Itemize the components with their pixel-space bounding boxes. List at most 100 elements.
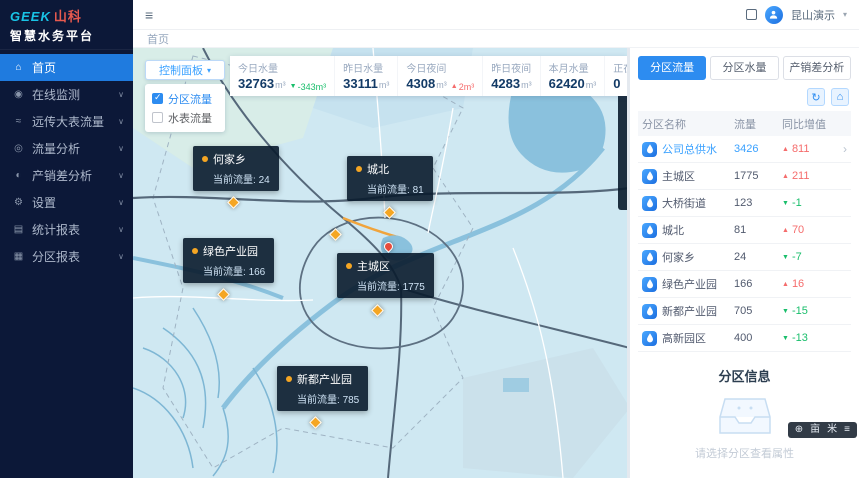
avatar[interactable] bbox=[765, 6, 783, 24]
table-header: 分区名称流量同比增值 bbox=[638, 111, 851, 136]
panel-tab[interactable]: 分区水量 bbox=[710, 56, 778, 80]
user-icon bbox=[768, 9, 779, 20]
collapsed-legend[interactable] bbox=[618, 90, 627, 210]
sidebar-item-icon: ⌂ bbox=[12, 62, 25, 73]
stat-card: 本月水量 62420 m³ bbox=[540, 56, 605, 96]
trend-arrow-icon bbox=[782, 227, 789, 234]
main-content: 今日水量 32763 m³ -343m³ 昨日水量 33111 m³ 今日夜间 … bbox=[133, 48, 859, 478]
sidebar-item-icon: ▦ bbox=[12, 251, 25, 262]
home-button[interactable]: ⌂ bbox=[831, 88, 849, 106]
layer-checkbox-label: 水表流量 bbox=[168, 110, 212, 126]
sidebar-item-label: 远传大表流量 bbox=[32, 113, 104, 130]
zone-name: 高新园区 bbox=[662, 330, 706, 346]
chevron-down-icon bbox=[118, 90, 133, 99]
zone-name: 主城区 bbox=[662, 168, 695, 184]
stat-value: 0 bbox=[613, 76, 620, 91]
area-measure-icon[interactable]: 亩 bbox=[810, 424, 820, 436]
sidebar-item[interactable]: ⌂ 首页 bbox=[0, 54, 133, 81]
layer-checkbox-label: 分区流量 bbox=[168, 91, 212, 107]
map-marker-icon[interactable] bbox=[329, 228, 342, 241]
stat-value: 4308 bbox=[406, 76, 435, 91]
chevron-down-icon bbox=[118, 144, 133, 153]
refresh-button[interactable]: ↻ bbox=[807, 88, 825, 106]
zone-flow: 123 bbox=[734, 197, 782, 209]
table-row[interactable]: 公司总供水 3426 811 bbox=[638, 136, 851, 163]
zone-delta: -15 bbox=[792, 305, 808, 317]
zone-flow: 400 bbox=[734, 332, 782, 344]
distance-measure-icon[interactable]: 米 bbox=[827, 424, 837, 436]
layer-options: 分区流量 水表流量 bbox=[145, 84, 225, 132]
sidebar-item[interactable]: ≈ 远传大表流量 bbox=[0, 108, 133, 135]
sidebar-item-icon: ▤ bbox=[12, 224, 25, 235]
zone-delta: 70 bbox=[792, 224, 804, 236]
panel-tab[interactable]: 分区流量 bbox=[638, 56, 706, 80]
table-row[interactable]: 大桥街道 123 -1 bbox=[638, 190, 851, 217]
map[interactable]: 今日水量 32763 m³ -343m³ 昨日水量 33111 m³ 今日夜间 … bbox=[133, 48, 627, 478]
table-row[interactable]: 主城区 1775 211 bbox=[638, 163, 851, 190]
zone-name: 何家乡 bbox=[662, 249, 695, 265]
control-panel-toggle[interactable]: 控制面板 ▾ bbox=[145, 60, 225, 80]
trend-arrow-icon bbox=[782, 335, 789, 342]
map-marker-icon[interactable] bbox=[309, 416, 322, 429]
zone-delta: 811 bbox=[792, 143, 810, 155]
sidebar-item-icon: ≈ bbox=[12, 116, 25, 127]
sidebar-item[interactable]: ◎ 流量分析 bbox=[0, 135, 133, 162]
water-drop-icon bbox=[642, 277, 657, 292]
table-row[interactable]: 何家乡 24 -7 bbox=[638, 244, 851, 271]
stat-unit: m³ bbox=[521, 80, 532, 90]
trend-arrow-icon bbox=[782, 200, 789, 207]
stat-label: 本月水量 bbox=[549, 60, 597, 75]
table-header-cell: 分区名称 bbox=[642, 116, 734, 132]
sidebar: GEEK山科 智慧水务平台 ⌂ 首页 ◉ 在线监测 ≈ 远传大表流量 ◎ 流量分… bbox=[0, 0, 133, 478]
sidebar-item-icon: ◐ bbox=[12, 170, 25, 181]
zone-delta: 211 bbox=[792, 170, 810, 182]
water-drop-icon bbox=[642, 223, 657, 238]
stat-value: 62420 bbox=[549, 76, 585, 91]
stat-label: 今日夜间 bbox=[406, 60, 474, 75]
stat-card: 昨日夜间 4283 m³ bbox=[482, 56, 539, 96]
sidebar-item[interactable]: ▤ 统计报表 bbox=[0, 216, 133, 243]
map-marker-icon[interactable] bbox=[371, 304, 384, 317]
stat-value: 4283 bbox=[491, 76, 520, 91]
breadcrumb[interactable]: 首页 bbox=[147, 31, 169, 47]
sidebar-item-icon: ◉ bbox=[12, 89, 25, 100]
logo-shanke: 山科 bbox=[54, 9, 82, 24]
layer-checkbox[interactable]: 水表流量 bbox=[152, 108, 218, 127]
trend-arrow-icon bbox=[782, 146, 789, 153]
stat-unit: m³ bbox=[379, 80, 390, 90]
username[interactable]: 昆山演示 bbox=[791, 7, 835, 23]
app-logo: GEEK山科 智慧水务平台 bbox=[0, 0, 133, 50]
map-marker-icon[interactable] bbox=[227, 196, 240, 209]
table-row[interactable]: 绿色产业园 166 16 bbox=[638, 271, 851, 298]
sidebar-item[interactable]: ▦ 分区报表 bbox=[0, 243, 133, 270]
sidebar-item[interactable]: ◉ 在线监测 bbox=[0, 81, 133, 108]
layer-checkbox[interactable]: 分区流量 bbox=[152, 89, 218, 108]
table-row[interactable]: 城北 81 70 bbox=[638, 217, 851, 244]
stat-card: 昨日水量 33111 m³ bbox=[334, 56, 397, 96]
water-drop-icon bbox=[642, 169, 657, 184]
table-row[interactable]: 高新园区 400 -13 bbox=[638, 325, 851, 352]
zoom-icon[interactable]: ⊕ bbox=[795, 424, 803, 436]
map-marker-icon[interactable] bbox=[217, 288, 230, 301]
stat-label: 今日水量 bbox=[238, 60, 326, 75]
layers-icon[interactable]: ≡ bbox=[844, 424, 850, 436]
sidebar-item[interactable]: ◐ 产销差分析 bbox=[0, 162, 133, 189]
map-marker-icon[interactable] bbox=[383, 206, 396, 219]
table-row[interactable]: 新都产业园 705 -15 bbox=[638, 298, 851, 325]
menu-collapse-icon[interactable]: ≡ bbox=[145, 7, 153, 23]
map-marker-icon[interactable] bbox=[382, 240, 395, 253]
trend-arrow-icon bbox=[290, 83, 297, 90]
panel-tab[interactable]: 产销差分析 bbox=[783, 56, 851, 80]
trend-arrow-icon bbox=[451, 83, 458, 90]
control-panel: 控制面板 ▾ 分区流量 水表流量 bbox=[145, 60, 225, 132]
chevron-down-icon bbox=[118, 225, 133, 234]
fullscreen-icon[interactable] bbox=[746, 9, 757, 20]
stat-card: 今日夜间 4308 m³ 2m³ bbox=[397, 56, 482, 96]
zone-name: 公司总供水 bbox=[662, 141, 717, 157]
stat-card: 今日水量 32763 m³ -343m³ bbox=[230, 56, 334, 96]
sidebar-item-label: 流量分析 bbox=[32, 140, 80, 157]
sidebar-item[interactable]: ⚙ 设置 bbox=[0, 189, 133, 216]
zone-name: 大桥街道 bbox=[662, 195, 706, 211]
empty-inbox-icon bbox=[717, 395, 773, 437]
chevron-down-icon[interactable]: ▾ bbox=[843, 10, 847, 19]
